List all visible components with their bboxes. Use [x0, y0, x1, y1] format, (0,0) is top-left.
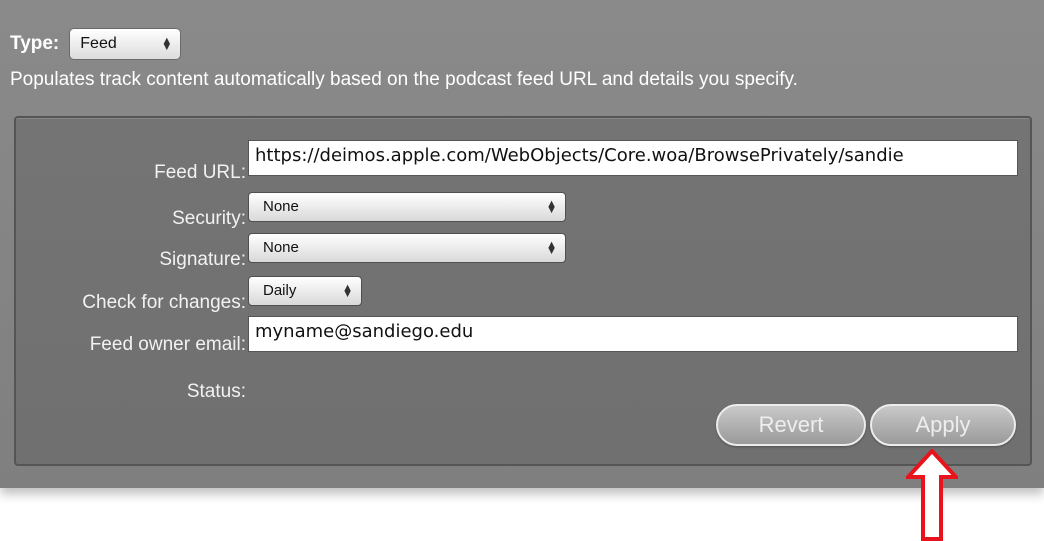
updown-arrows-icon: ▲ ▼: [342, 281, 353, 300]
signature-popup[interactable]: None ▲ ▼: [248, 233, 566, 263]
updown-arrows-icon: ▲ ▼: [546, 197, 557, 216]
type-label: Type:: [10, 33, 60, 54]
feed-url-field[interactable]: https://deimos.apple.com/WebObjects/Core…: [248, 140, 1018, 176]
security-value: None: [263, 198, 299, 215]
signature-value: None: [263, 239, 299, 256]
type-description: Populates track content automatically ba…: [10, 69, 798, 90]
feed-url-label: Feed URL:: [154, 162, 246, 183]
feed-owner-email-field[interactable]: myname@sandiego.edu: [248, 316, 1018, 352]
signature-label: Signature:: [159, 249, 246, 270]
status-label: Status:: [186, 381, 246, 402]
up-arrow-annotation-icon: [906, 449, 958, 541]
feed-owner-email-label: Feed owner email:: [89, 334, 246, 355]
type-select-value: Feed: [80, 35, 117, 52]
updown-arrows-icon: ▲ ▼: [161, 34, 173, 53]
security-label: Security:: [172, 208, 246, 229]
apply-button[interactable]: Apply: [870, 404, 1016, 446]
revert-button[interactable]: Revert: [716, 404, 866, 446]
security-popup[interactable]: None ▲ ▼: [248, 192, 566, 222]
check-for-changes-value: Daily: [263, 282, 297, 299]
updown-arrows-icon: ▲ ▼: [546, 238, 557, 257]
check-for-changes-popup[interactable]: Daily ▲ ▼: [248, 276, 362, 306]
check-for-changes-label: Check for changes:: [82, 292, 246, 313]
podcast-settings-panel: Type: Feed ▲ ▼ Populates track content au…: [0, 0, 1044, 488]
type-row: Type: Feed ▲ ▼: [10, 28, 182, 60]
type-select[interactable]: Feed ▲ ▼: [69, 28, 182, 60]
